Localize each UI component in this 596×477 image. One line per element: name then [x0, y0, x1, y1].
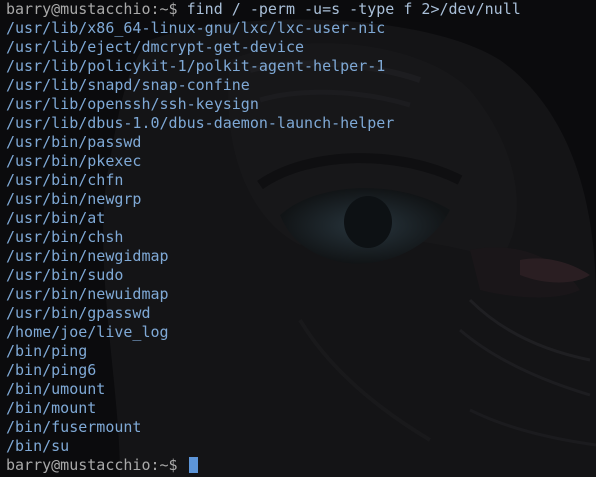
output-line: /usr/lib/snapd/snap-confine — [6, 76, 250, 94]
input-line[interactable]: barry@mustacchio:~$ — [6, 456, 596, 475]
output-line: /usr/lib/eject/dmcrypt-get-device — [6, 38, 305, 56]
output-line: /usr/bin/newgrp — [6, 190, 142, 208]
output-line: /bin/su — [6, 437, 70, 455]
output-line: /usr/bin/pkexec — [6, 152, 142, 170]
output-line: /usr/bin/chfn — [6, 171, 124, 189]
output-line: /usr/bin/chsh — [6, 228, 124, 246]
output-line: /bin/mount — [6, 399, 97, 417]
command-line: barry@mustacchio:~$ find / -perm -u=s -t… — [6, 0, 596, 19]
output-line: /usr/lib/policykit-1/polkit-agent-helper… — [6, 57, 386, 75]
output-line: /usr/bin/newgidmap — [6, 247, 169, 265]
terminal-window[interactable]: barry@mustacchio:~$ find / -perm -u=s -t… — [0, 0, 596, 477]
output-line: /usr/lib/openssh/ssh-keysign — [6, 95, 259, 113]
command-text: find / -perm -u=s -type f 2>/dev/null — [186, 0, 521, 18]
output-line: /usr/lib/x86_64-linux-gnu/lxc/lxc-user-n… — [6, 19, 386, 37]
output-line: /home/joe/live_log — [6, 323, 169, 341]
output-line: /bin/umount — [6, 380, 106, 398]
output-line: /usr/lib/dbus-1.0/dbus-daemon-launch-hel… — [6, 114, 395, 132]
block-cursor-icon — [188, 457, 198, 473]
terminal-output: barry@mustacchio:~$ find / -perm -u=s -t… — [6, 0, 596, 475]
output-line: /usr/bin/at — [6, 209, 106, 227]
prompt-label: barry@mustacchio:~$ — [6, 456, 178, 474]
output-line: /bin/fusermount — [6, 418, 142, 436]
output-line: /usr/bin/sudo — [6, 266, 124, 284]
output-line: /bin/ping6 — [6, 361, 97, 379]
output-line: /usr/bin/newuidmap — [6, 285, 169, 303]
output-line: /bin/ping — [6, 342, 88, 360]
output-line: /usr/bin/gpasswd — [6, 304, 151, 322]
output-line: /usr/bin/passwd — [6, 133, 142, 151]
prompt-label: barry@mustacchio:~$ — [6, 0, 178, 18]
